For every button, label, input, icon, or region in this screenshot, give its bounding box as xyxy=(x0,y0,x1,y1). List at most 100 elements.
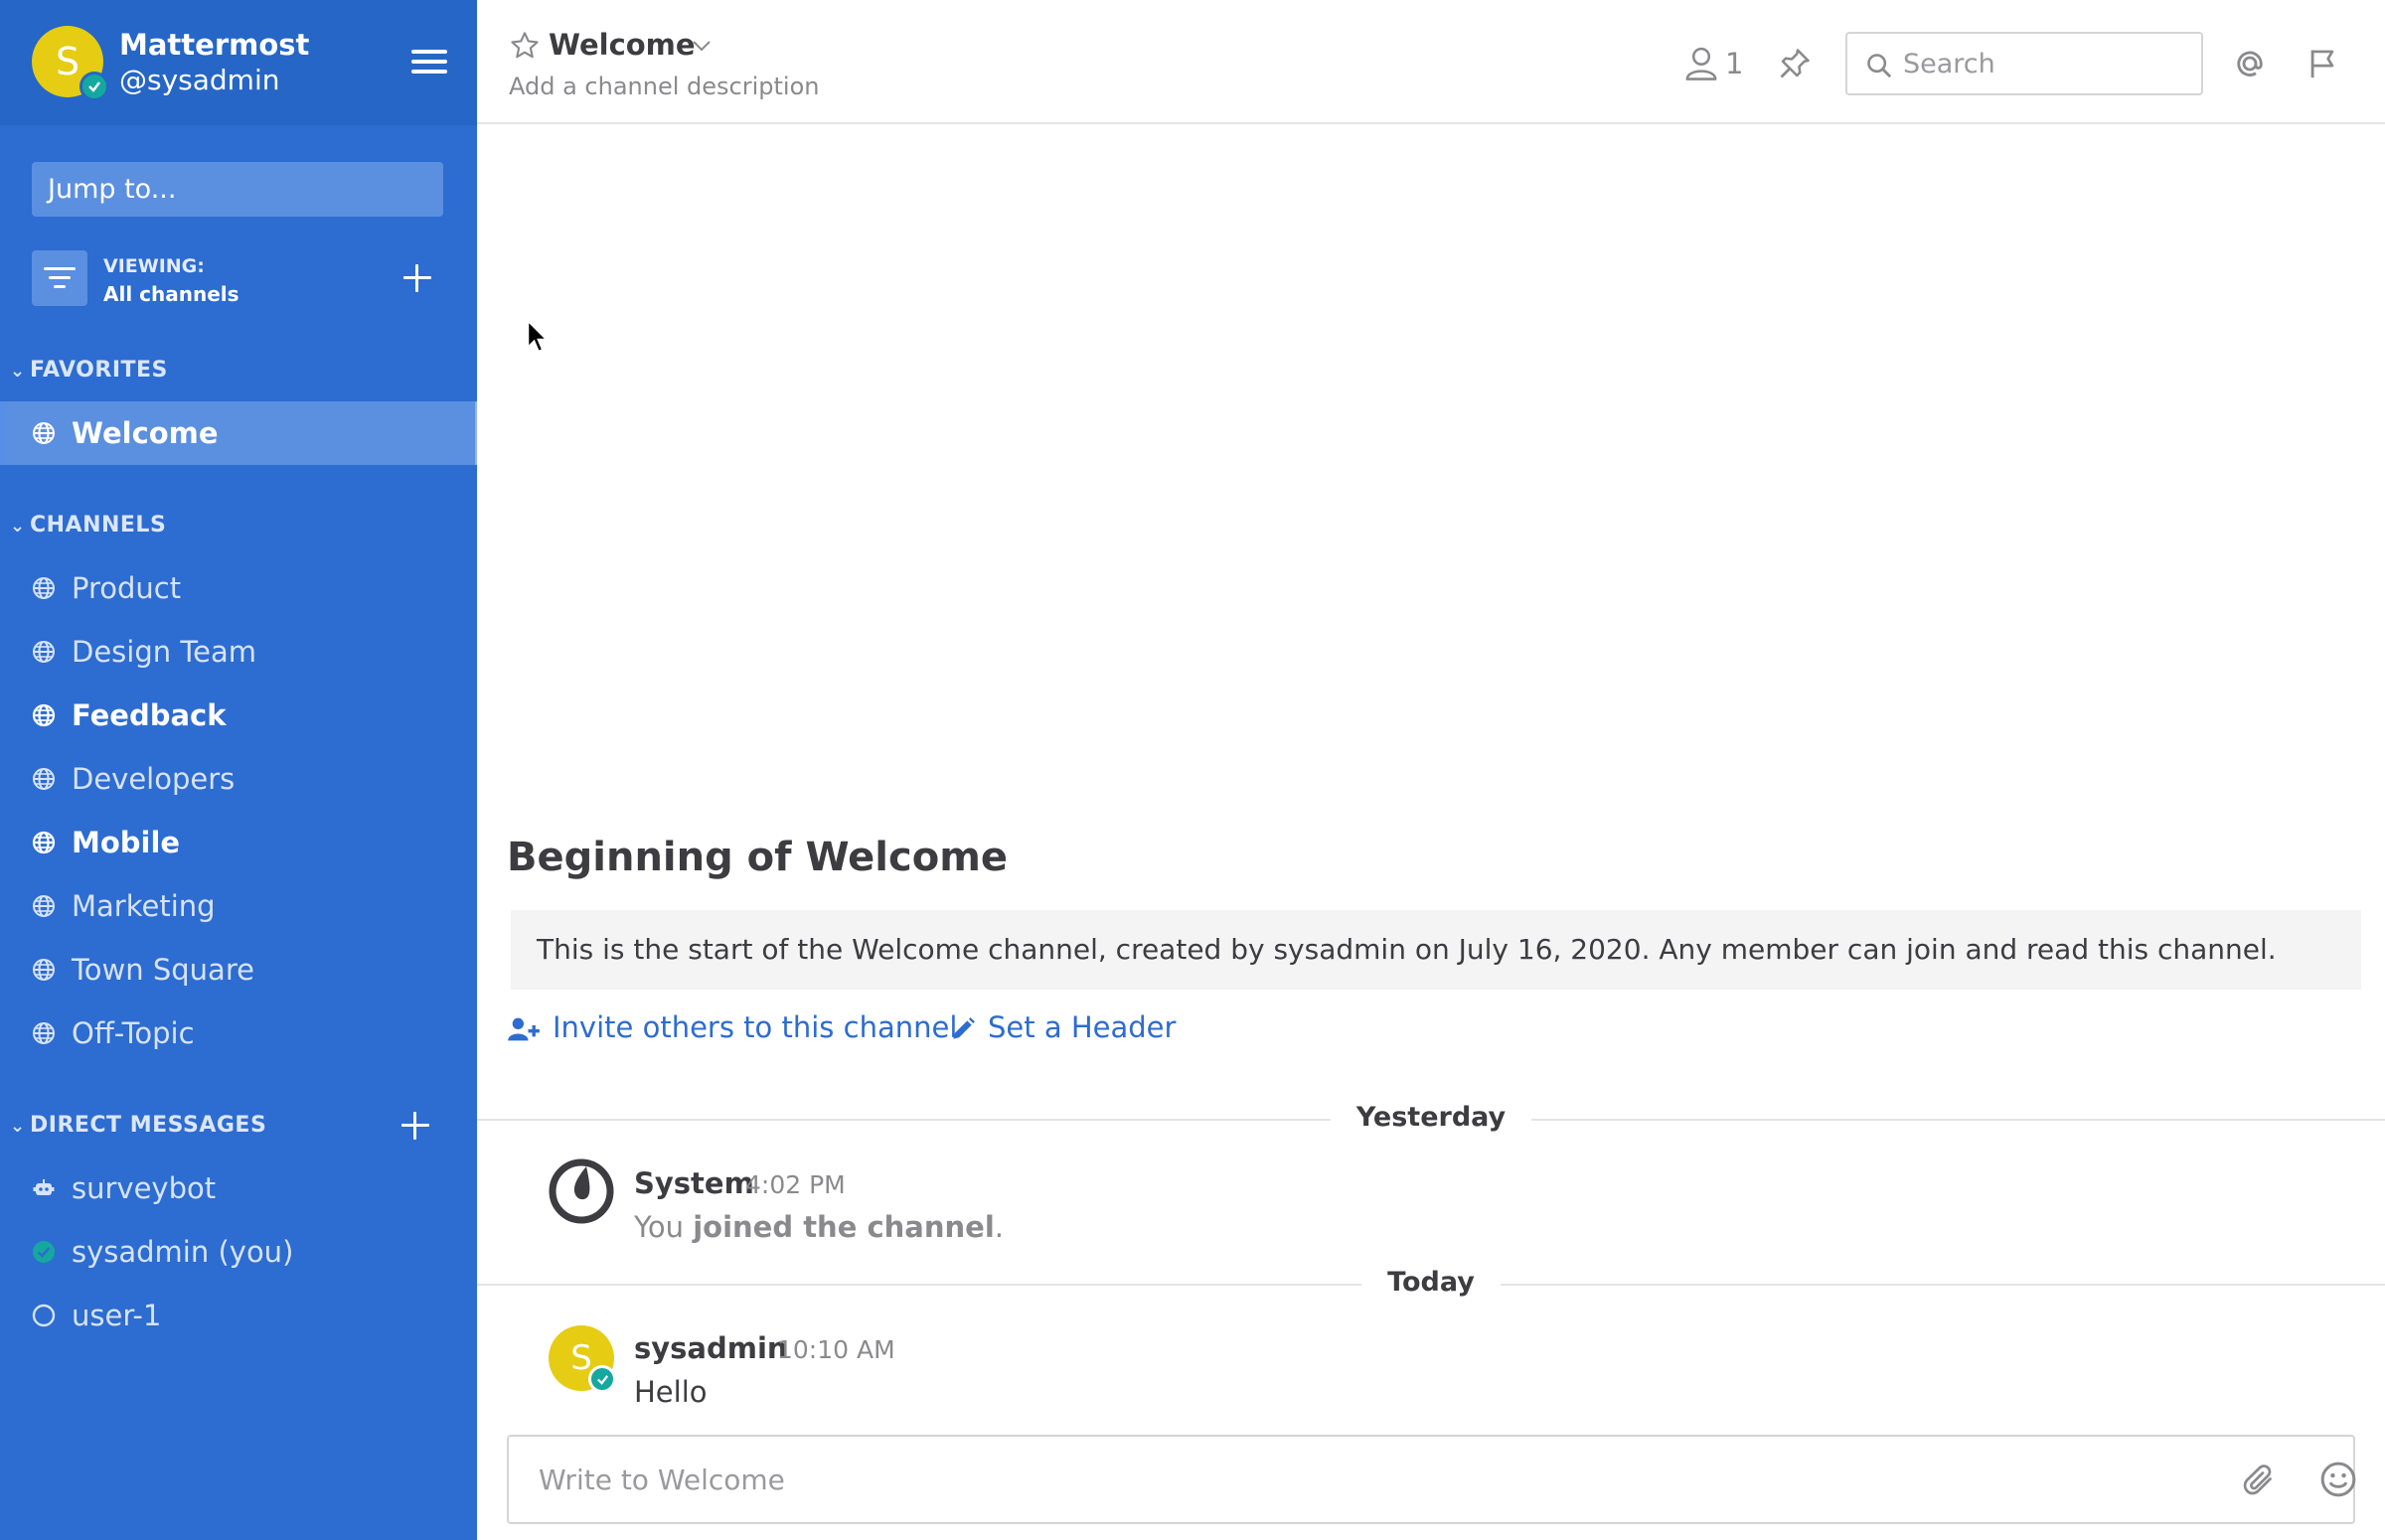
favorites-header-label: FAVORITES xyxy=(30,358,168,383)
sidebar-item-sysadmin[interactable]: sysadmin (you) xyxy=(0,1220,477,1284)
add-user-icon xyxy=(508,1017,540,1041)
viewing-label: VIEWING: xyxy=(103,255,205,277)
set-header-label: Set a Header xyxy=(988,1010,1177,1044)
avatar-letter: S xyxy=(55,40,80,83)
sidebar-item-mobile[interactable]: Mobile xyxy=(0,811,477,874)
globe-icon xyxy=(33,895,55,917)
emoji-icon[interactable] xyxy=(2319,1461,2357,1498)
date-label: Today xyxy=(1361,1267,1501,1298)
channel-description[interactable]: Add a channel description xyxy=(509,73,819,100)
post-time[interactable]: 10:10 AM xyxy=(777,1335,895,1364)
online-status-icon xyxy=(588,1365,616,1393)
message-composer[interactable] xyxy=(507,1435,2357,1524)
sidebar: S Mattermost @sysadmin Jump to... VIEWIN… xyxy=(0,0,477,1540)
post-message-suffix: . xyxy=(994,1210,1004,1244)
post-author[interactable]: System xyxy=(634,1166,754,1200)
team-header[interactable]: S Mattermost @sysadmin xyxy=(0,0,477,125)
sidebar-item-label: surveybot xyxy=(72,1171,217,1205)
channel-intro-title: Beginning of Welcome xyxy=(507,835,1009,880)
bot-icon xyxy=(33,1179,55,1195)
date-separator-today: Today xyxy=(477,1264,2385,1304)
chevron-down-icon[interactable] xyxy=(690,34,714,58)
star-icon[interactable] xyxy=(509,30,541,62)
pencil-icon xyxy=(953,1017,975,1039)
chevron-down-icon: ⌄ xyxy=(10,1116,26,1137)
search-icon xyxy=(1867,54,1892,78)
dm-header-label: DIRECT MESSAGES xyxy=(30,1113,267,1138)
sidebar-item-label: Off-Topic xyxy=(72,1016,195,1050)
add-direct-message-plus-icon[interactable] xyxy=(401,1112,429,1140)
channel-title[interactable]: Welcome xyxy=(549,28,696,62)
sidebar-item-label: Welcome xyxy=(72,416,219,450)
globe-icon xyxy=(32,703,56,727)
globe-icon xyxy=(33,959,55,981)
sidebar-item-feedback[interactable]: Feedback xyxy=(0,684,477,747)
viewing-value[interactable]: All channels xyxy=(103,282,239,306)
offline-status-icon xyxy=(32,1304,56,1327)
search-box[interactable] xyxy=(1845,32,2203,95)
globe-icon xyxy=(33,577,55,599)
invite-others-link[interactable]: Invite others to this channel xyxy=(507,1010,957,1044)
jump-to-label: Jump to... xyxy=(48,174,177,205)
sidebar-item-developers[interactable]: Developers xyxy=(0,747,477,811)
post-message-prefix: You xyxy=(634,1210,694,1244)
chevron-down-icon: ⌄ xyxy=(10,516,26,537)
sidebar-item-label: user-1 xyxy=(72,1299,162,1332)
post-author[interactable]: sysadmin xyxy=(634,1331,788,1365)
member-count[interactable]: 1 xyxy=(1725,47,1743,80)
team-username: @sysadmin xyxy=(119,64,280,96)
sidebar-item-label: sysadmin (you) xyxy=(72,1235,294,1269)
favorites-section-header[interactable]: ⌄ FAVORITES xyxy=(10,358,168,383)
search-input[interactable] xyxy=(1903,34,2191,93)
jump-to-button[interactable]: Jump to... xyxy=(32,162,443,217)
set-header-link[interactable]: Set a Header xyxy=(950,1010,1176,1044)
online-status-icon xyxy=(33,1241,55,1263)
sidebar-item-user-1[interactable]: user-1 xyxy=(0,1284,477,1347)
date-label: Yesterday xyxy=(1330,1102,1532,1133)
post-message-bold: joined the channel xyxy=(693,1210,995,1244)
direct-messages-section-header[interactable]: ⌄ DIRECT MESSAGES xyxy=(10,1113,266,1138)
sidebar-item-product[interactable]: Product xyxy=(0,556,477,620)
main-panel: Welcome Add a channel description 1 Begi… xyxy=(477,0,2385,1540)
sidebar-item-label: Marketing xyxy=(72,889,216,923)
channel-header: Welcome Add a channel description 1 xyxy=(477,0,2385,124)
post-time[interactable]: 4:02 PM xyxy=(745,1170,846,1199)
member-icon[interactable] xyxy=(1684,44,1718,83)
sidebar-item-town-square[interactable]: Town Square xyxy=(0,938,477,1001)
sidebar-item-marketing[interactable]: Marketing xyxy=(0,874,477,938)
sidebar-item-label: Town Square xyxy=(72,953,254,987)
post-message: You joined the channel. xyxy=(634,1210,1004,1244)
flag-icon[interactable] xyxy=(2306,46,2339,81)
sidebar-item-surveybot[interactable]: surveybot xyxy=(0,1156,477,1220)
sidebar-item-label: Mobile xyxy=(72,826,181,859)
paperclip-icon[interactable] xyxy=(2242,1463,2278,1498)
sidebar-item-label: Design Team xyxy=(72,635,256,669)
sidebar-item-off-topic[interactable]: Off-Topic xyxy=(0,1001,477,1065)
message-input[interactable] xyxy=(539,1437,2178,1522)
globe-icon xyxy=(33,768,55,790)
avatar[interactable]: S xyxy=(32,26,109,101)
hamburger-menu-icon[interactable] xyxy=(411,50,447,77)
pin-icon[interactable] xyxy=(1777,46,1813,81)
mouse-cursor-icon xyxy=(527,320,549,353)
add-channel-plus-icon[interactable] xyxy=(403,264,431,292)
team-name: Mattermost xyxy=(119,28,310,62)
sidebar-item-label: Developers xyxy=(72,762,236,796)
avatar[interactable]: S xyxy=(549,1325,616,1393)
mattermost-logo-icon xyxy=(549,1158,614,1224)
sidebar-item-label: Feedback xyxy=(72,698,227,732)
chevron-down-icon: ⌄ xyxy=(10,361,26,382)
globe-icon xyxy=(33,1022,55,1044)
filter-icon[interactable] xyxy=(32,250,87,306)
channel-intro-text: This is the start of the Welcome channel… xyxy=(511,910,2361,990)
channels-section-header[interactable]: ⌄ CHANNELS xyxy=(10,513,166,538)
online-status-icon xyxy=(80,72,109,101)
globe-icon xyxy=(32,831,56,854)
at-mention-icon[interactable] xyxy=(2232,46,2268,81)
globe-icon xyxy=(33,422,55,444)
sidebar-item-design-team[interactable]: Design Team xyxy=(0,620,477,684)
sidebar-item-welcome[interactable]: Welcome xyxy=(0,401,477,465)
sidebar-item-label: Product xyxy=(72,571,182,605)
post-message: Hello xyxy=(634,1375,708,1409)
date-separator-yesterday: Yesterday xyxy=(477,1099,2385,1139)
